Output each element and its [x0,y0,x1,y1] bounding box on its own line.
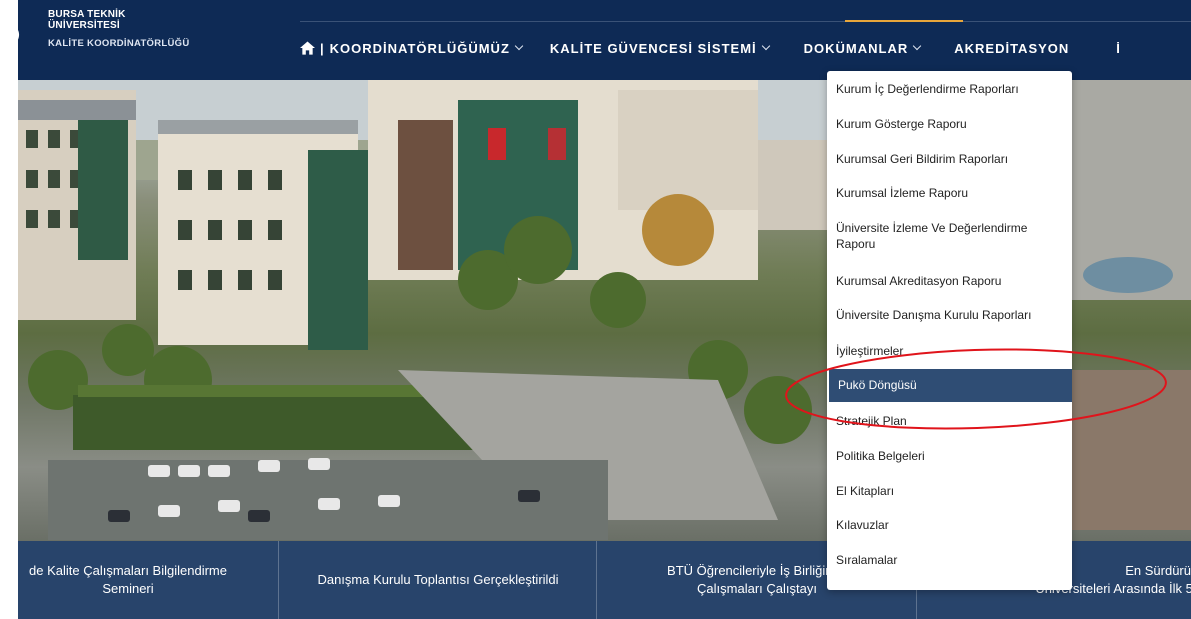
chevron-down-icon [761,41,770,51]
nav-divider [300,21,1191,22]
chevron-down-icon [913,41,922,51]
dropdown-item-el-kitaplari[interactable]: El Kitapları [827,483,1072,499]
nav-label: AKREDİTASYON [954,40,1070,56]
logo-name-line2: ÜNİVERSİTESİ [48,20,120,31]
logo-name-line1: BURSA TEKNİK [48,9,126,20]
dropdown-item-stratejik-plan[interactable]: Stratejik Plan [827,413,1072,429]
home-icon[interactable] [300,41,315,55]
logo-university-name[interactable]: BURSA TEKNİK ÜNİVERSİTESİ [48,9,126,31]
dropdown-item-akreditasyon-raporu[interactable]: Kurumsal Akreditasyon Raporu [827,273,1072,289]
nav-label: KALİTE GÜVENCESİ SİSTEMİ [549,40,757,56]
news-title-line1: Danışma Kurulu Toplantısı Gerçekleştiril… [317,572,559,587]
nav-akreditasyon[interactable]: AKREDİTASYON [954,41,1069,56]
dropdown-item-kurum-ic-degerlendirme[interactable]: Kurum İç Değerlendirme Raporları [827,81,1072,97]
dropdown-item-kilavuzlar[interactable]: Kılavuzlar [827,517,1072,533]
dropdown-item-universite-izleme[interactable]: Üniversite İzleme Ve Değerlendirme Rapor… [827,220,1072,252]
news-title-line1: de Kalite Çalışmaları Bilgilendirme [29,563,227,578]
nav-koordinatorlugumuz[interactable]: KOORDİNATÖRLÜĞÜMÜZ [329,40,524,56]
nav-kalite-guvencesi[interactable]: KALİTE GÜVENCESİ SİSTEMİ [549,40,770,56]
nav-label: KOORDİNATÖRLÜĞÜMÜZ [329,40,510,56]
logo-subtitle: KALİTE KOORDİNATÖRLÜĞÜ [48,38,190,49]
nav-more[interactable]: İ [1116,41,1121,56]
chevron-down-icon [514,41,524,51]
active-nav-indicator [845,20,963,22]
nav-label: DOKÜMANLAR [803,40,909,56]
nav-dokumanlar[interactable]: DOKÜMANLAR [803,40,922,56]
dropdown-item-danisma-kurulu[interactable]: Üniversite Danışma Kurulu Raporları [827,307,1072,323]
news-title-line2: Semineri [102,581,154,596]
dropdown-item-geri-bildirim[interactable]: Kurumsal Geri Bildirim Raporları [827,151,1072,167]
university-logo-icon[interactable] [0,4,22,50]
page: BURSA TEKNİK ÜNİVERSİTESİ KALİTE KOORDİN… [4,0,1191,619]
dropdown-item-politika-belgeleri[interactable]: Politika Belgeleri [827,448,1072,464]
nav-label: İ [1116,40,1121,56]
main-nav: | KOORDİNATÖRLÜĞÜMÜZ KALİTE GÜVENCESİ Sİ… [300,36,1121,60]
nav-separator: | [320,40,324,56]
dokumanlar-dropdown-menu: Kurum İç Değerlendirme Raporları Kurum G… [827,71,1072,590]
nav-home[interactable]: | [300,41,330,56]
dropdown-item-kurum-gosterge[interactable]: Kurum Gösterge Raporu [827,116,1072,132]
dropdown-item-siralamalar[interactable]: Sıralamalar [827,552,1072,568]
dropdown-item-puko-dongusu[interactable]: Pukö Döngüsü [829,369,1072,402]
news-title-line2: Çalışmaları Çalıştayı [697,581,817,596]
news-item[interactable]: de Kalite Çalışmaları Bilgilendirme Semin… [0,541,278,619]
dropdown-item-izleme-raporu[interactable]: Kurumsal İzleme Raporu [827,185,1072,201]
news-item[interactable]: Danışma Kurulu Toplantısı Gerçekleştiril… [278,541,597,619]
site-header: BURSA TEKNİK ÜNİVERSİTESİ KALİTE KOORDİN… [4,0,1191,80]
news-title-line1: BTÜ Öğrencileriyle İş Birliğinde [667,563,847,578]
dropdown-item-iyilestirmeler[interactable]: İyileştirmeler [827,343,1072,359]
